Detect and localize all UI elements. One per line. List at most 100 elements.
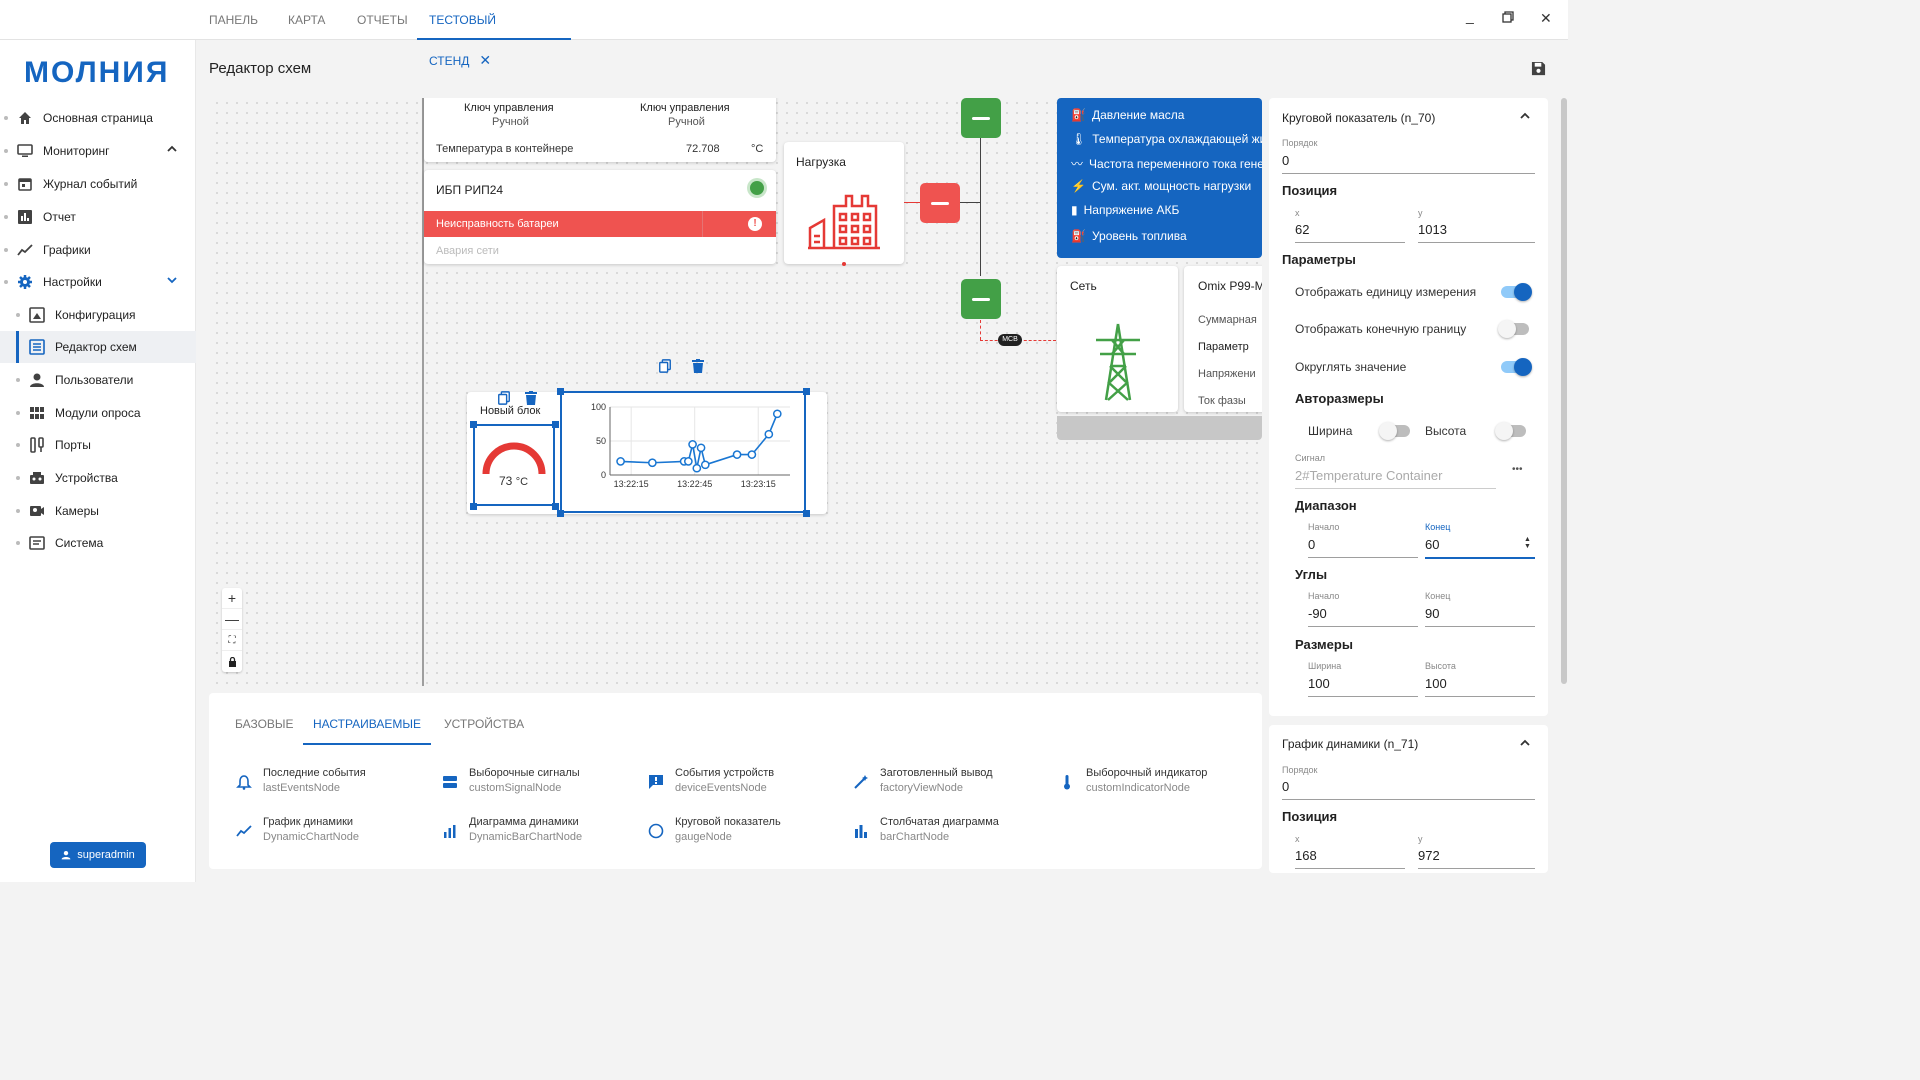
tab-reports[interactable]: ОТЧЕТЫ: [357, 0, 408, 40]
sidebar-item-system[interactable]: Система: [0, 527, 196, 559]
chevron-up-icon[interactable]: [1519, 110, 1531, 125]
more-icon[interactable]: •••: [1512, 464, 1523, 475]
palette-item-gauge[interactable]: Круговой показатель gaugeNode: [647, 816, 781, 843]
fuel-icon: ⛽: [1071, 229, 1086, 243]
tab-panel[interactable]: ПАНЕЛЬ: [209, 0, 258, 40]
resize-handle[interactable]: [552, 421, 559, 428]
sidebar-item-label: Графики: [43, 243, 91, 257]
close-icon[interactable]: ✕: [479, 52, 491, 68]
palette-item-custom-indicator[interactable]: Выборочный индикатор customIndicatorNode: [1058, 767, 1207, 794]
delete-icon[interactable]: [525, 391, 537, 408]
x-input[interactable]: 168: [1295, 848, 1405, 869]
resize-handle[interactable]: [557, 388, 564, 395]
sidebar-item-configuration[interactable]: Конфигурация: [0, 299, 196, 331]
load-node[interactable]: Нагрузка: [784, 142, 904, 266]
chevron-up-icon[interactable]: [1519, 737, 1531, 752]
zoom-out-icon[interactable]: —: [222, 609, 242, 630]
resize-handle[interactable]: [552, 503, 559, 510]
sidebar-item-settings[interactable]: Настройки: [0, 266, 196, 298]
sidebar-item-users[interactable]: Пользователи: [0, 364, 196, 396]
x-label: x: [1295, 834, 1300, 844]
sidebar-item-events-log[interactable]: Журнал событий: [0, 168, 196, 200]
data-point: [747, 450, 757, 459]
sidebar-item-cameras[interactable]: Камеры: [0, 495, 196, 527]
tab-test-stand[interactable]: ТЕСТОВЫЙ СТЕНД ✕: [417, 0, 571, 68]
properties-panel-gauge: Круговой показатель (n_70) Порядок 0 Поз…: [1269, 98, 1548, 716]
resize-handle[interactable]: [557, 510, 564, 517]
chevron-up-icon[interactable]: [166, 143, 178, 158]
sidebar-item-poll-modules[interactable]: Модули опроса: [0, 397, 196, 429]
sidebar-item-home[interactable]: Основная страница: [0, 102, 196, 134]
palette-item-last-events[interactable]: Последние события lastEventsNode: [235, 767, 366, 794]
tab-map[interactable]: КАРТА: [288, 0, 325, 40]
angle-start-input[interactable]: -90: [1308, 606, 1418, 627]
autosize-width-toggle[interactable]: [1379, 422, 1410, 440]
zoom-in-icon[interactable]: +: [222, 588, 242, 609]
tab-basic[interactable]: БАЗОВЫЕ: [235, 717, 294, 745]
angle-end-input[interactable]: 90: [1425, 606, 1535, 627]
palette-item-dynamic-bar-chart[interactable]: Диаграмма динамики DynamicBarChartNode: [441, 816, 582, 843]
node-footer: [1057, 416, 1262, 440]
palette-item-bar-chart[interactable]: Столбчатая диаграмма barChartNode: [852, 816, 999, 843]
order-input[interactable]: 0: [1282, 153, 1535, 174]
save-icon[interactable]: [1531, 61, 1546, 79]
range-start-input[interactable]: 0: [1308, 537, 1418, 558]
omix-row: Суммарная: [1198, 314, 1257, 326]
resize-handle[interactable]: [470, 503, 477, 510]
sidebar-item-devices[interactable]: Устройства: [0, 462, 196, 494]
signal-label: Сигнал: [1295, 453, 1326, 463]
chevron-down-icon[interactable]: [166, 274, 178, 289]
range-end-input[interactable]: 60: [1425, 537, 1535, 559]
order-input[interactable]: 0: [1282, 779, 1535, 800]
controller-node[interactable]: Ключ управления Ручной Ключ управления Р…: [424, 98, 776, 162]
y-input[interactable]: 1013: [1418, 222, 1535, 243]
y-input[interactable]: 972: [1418, 848, 1535, 869]
omix-node[interactable]: Omix P99-M Суммарная Параметр Напряжени …: [1184, 266, 1262, 412]
scrollbar[interactable]: [1561, 98, 1567, 684]
resize-handle[interactable]: [470, 421, 477, 428]
gauge-widget[interactable]: 73 °C: [473, 424, 555, 506]
sidebar-item-label: Модули опроса: [55, 406, 141, 420]
fit-view-icon[interactable]: ⛶: [222, 630, 242, 651]
resize-handle[interactable]: [803, 388, 810, 395]
thermometer-icon: [1058, 773, 1076, 791]
sidebar-item-ports[interactable]: Порты: [0, 429, 196, 461]
show-unit-toggle[interactable]: [1501, 283, 1532, 301]
round-value-toggle[interactable]: [1501, 358, 1532, 376]
maximize-icon[interactable]: [1502, 10, 1514, 26]
user-button[interactable]: superadmin: [50, 842, 146, 868]
sidebar-item-monitoring[interactable]: Мониторинг: [0, 135, 196, 167]
lock-icon[interactable]: [222, 651, 242, 672]
schema-canvas[interactable]: Ключ управления Ручной Ключ управления Р…: [212, 98, 1262, 686]
sidebar-item-charts[interactable]: Графики: [0, 234, 196, 266]
resize-handle[interactable]: [803, 510, 810, 517]
palette-item-custom-signals[interactable]: Выборочные сигналы customSignalNode: [441, 767, 580, 794]
generator-panel[interactable]: ⛽ Давление масла 🌡 Температура охлаждающей…: [1057, 98, 1262, 258]
x-input[interactable]: 62: [1295, 222, 1405, 243]
sidebar-item-report[interactable]: Отчет: [0, 201, 196, 233]
number-stepper[interactable]: ▲ ▼: [1524, 536, 1531, 550]
palette-item-device-events[interactable]: События устройств deviceEventsNode: [647, 767, 774, 794]
window-close-icon[interactable]: ✕: [1540, 10, 1552, 27]
minimize-icon[interactable]: _: [1466, 8, 1474, 24]
copy-icon[interactable]: [497, 391, 511, 408]
copy-icon[interactable]: [658, 358, 672, 377]
signal-input[interactable]: 2#Temperature Container: [1295, 468, 1496, 489]
palette-item-dynamic-chart[interactable]: График динамики DynamicChartNode: [235, 816, 359, 843]
breaker-off-button[interactable]: [920, 183, 960, 223]
tab-devices[interactable]: УСТРОЙСТВА: [444, 717, 524, 745]
delete-icon[interactable]: [692, 359, 704, 376]
oil-pressure-row: ⛽ Давление масла: [1071, 108, 1185, 122]
breaker-on-button[interactable]: [961, 279, 1001, 319]
palette-item-factory-view[interactable]: Заготовленный вывод factoryViewNode: [852, 767, 993, 794]
breaker-on-button[interactable]: [961, 98, 1001, 138]
autosize-height-toggle[interactable]: [1495, 422, 1526, 440]
dynamic-chart-widget[interactable]: 100 50 0 13:22:15 13:22:45 13:23:15: [560, 391, 806, 513]
size-height-input[interactable]: 100: [1425, 676, 1535, 697]
sidebar-item-schema-editor[interactable]: Редактор схем: [0, 331, 196, 363]
ups-node[interactable]: ИБП РИП24 Неисправность батареи ! Авария…: [424, 170, 776, 264]
grid-node[interactable]: Сеть: [1057, 266, 1178, 412]
tab-custom[interactable]: НАСТРАИВАЕМЫЕ: [303, 717, 431, 745]
show-limit-toggle[interactable]: [1498, 320, 1529, 338]
size-width-input[interactable]: 100: [1308, 676, 1418, 697]
